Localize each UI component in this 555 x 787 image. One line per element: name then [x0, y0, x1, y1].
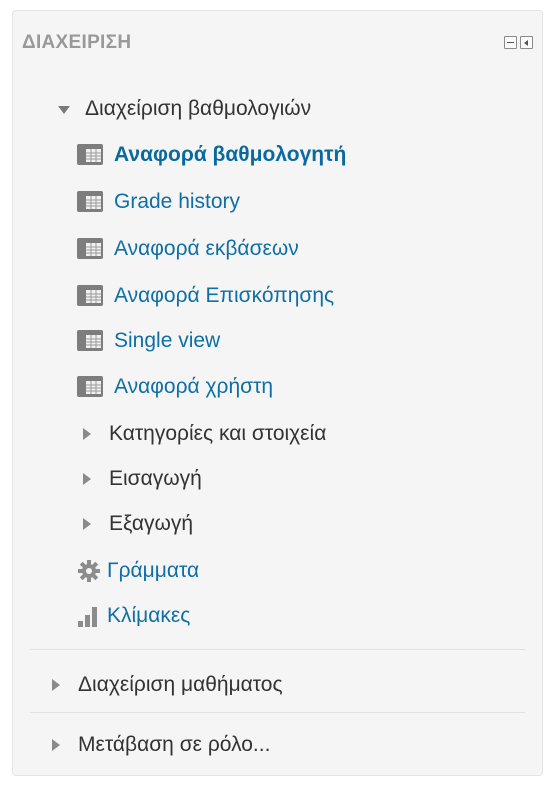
gear-icon [77, 559, 101, 583]
block-header: ΔΙΑΧΕΙΡΙΣΗ [22, 30, 533, 70]
tree-item-letters[interactable]: Γράμματα [77, 556, 199, 586]
report-link-label[interactable]: Αναφορά χρήστη [114, 375, 273, 399]
tree-item-label: Διαχείριση μαθήματος [78, 673, 283, 696]
collapse-block-icon[interactable] [504, 36, 517, 49]
collapsed-arrow-icon [83, 473, 91, 485]
tree-item-switch-role[interactable]: Μετάβαση σε ρόλο... [52, 730, 270, 760]
collapsed-arrow-icon [83, 428, 91, 440]
divider [30, 649, 525, 650]
tree-item-label: Μετάβαση σε ρόλο... [78, 733, 271, 756]
tree-item-label: Κατηγορίες και στοιχεία [109, 422, 327, 445]
report-icon [76, 284, 106, 308]
report-link-label[interactable]: Single view [114, 329, 220, 353]
tree-item-grades-admin[interactable]: Διαχείριση βαθμολογιών [58, 94, 311, 124]
collapsed-arrow-icon [83, 518, 91, 530]
report-icon [76, 329, 106, 353]
dock-block-icon[interactable] [520, 36, 533, 49]
report-link-single-view[interactable]: Single view [76, 326, 220, 356]
divider [30, 712, 525, 713]
report-icon [76, 375, 106, 399]
report-icon [76, 143, 106, 167]
report-link-label[interactable]: Grade history [114, 190, 240, 214]
tree-item-export[interactable]: Εξαγωγή [83, 509, 193, 539]
tree-item-label: Διαχείριση βαθμολογιών [85, 97, 312, 120]
bar-chart-icon [77, 604, 101, 628]
report-link-label[interactable]: Αναφορά βαθμολογητή [114, 143, 346, 167]
collapsed-arrow-icon [52, 739, 60, 751]
tree-item-label[interactable]: Κλίμακες [107, 604, 190, 628]
tree-item-import[interactable]: Εισαγωγή [83, 464, 202, 494]
tree-item-label: Εξαγωγή [109, 512, 194, 535]
expanded-arrow-icon [58, 106, 70, 114]
block-controls [504, 36, 533, 49]
tree-item-course-admin[interactable]: Διαχείριση μαθήματος [52, 670, 283, 700]
tree-item-label[interactable]: Γράμματα [107, 559, 199, 583]
tree-item-categories[interactable]: Κατηγορίες και στοιχεία [83, 419, 326, 449]
report-link-overview[interactable]: Αναφορά Επισκόπησης [76, 281, 334, 311]
report-link-grade-history[interactable]: Grade history [76, 187, 240, 217]
tree-item-label: Εισαγωγή [109, 467, 202, 490]
report-link-grader[interactable]: Αναφορά βαθμολογητή [76, 140, 346, 170]
report-icon [76, 237, 106, 261]
block-title: ΔΙΑΧΕΙΡΙΣΗ [22, 32, 132, 53]
report-link-outcomes[interactable]: Αναφορά εκβάσεων [76, 234, 299, 264]
report-link-label[interactable]: Αναφορά Επισκόπησης [114, 284, 334, 308]
collapsed-arrow-icon [52, 679, 60, 691]
tree-item-scales[interactable]: Κλίμακες [77, 601, 190, 631]
report-link-label[interactable]: Αναφορά εκβάσεων [114, 237, 299, 261]
report-link-user[interactable]: Αναφορά χρήστη [76, 372, 273, 402]
report-icon [76, 190, 106, 214]
